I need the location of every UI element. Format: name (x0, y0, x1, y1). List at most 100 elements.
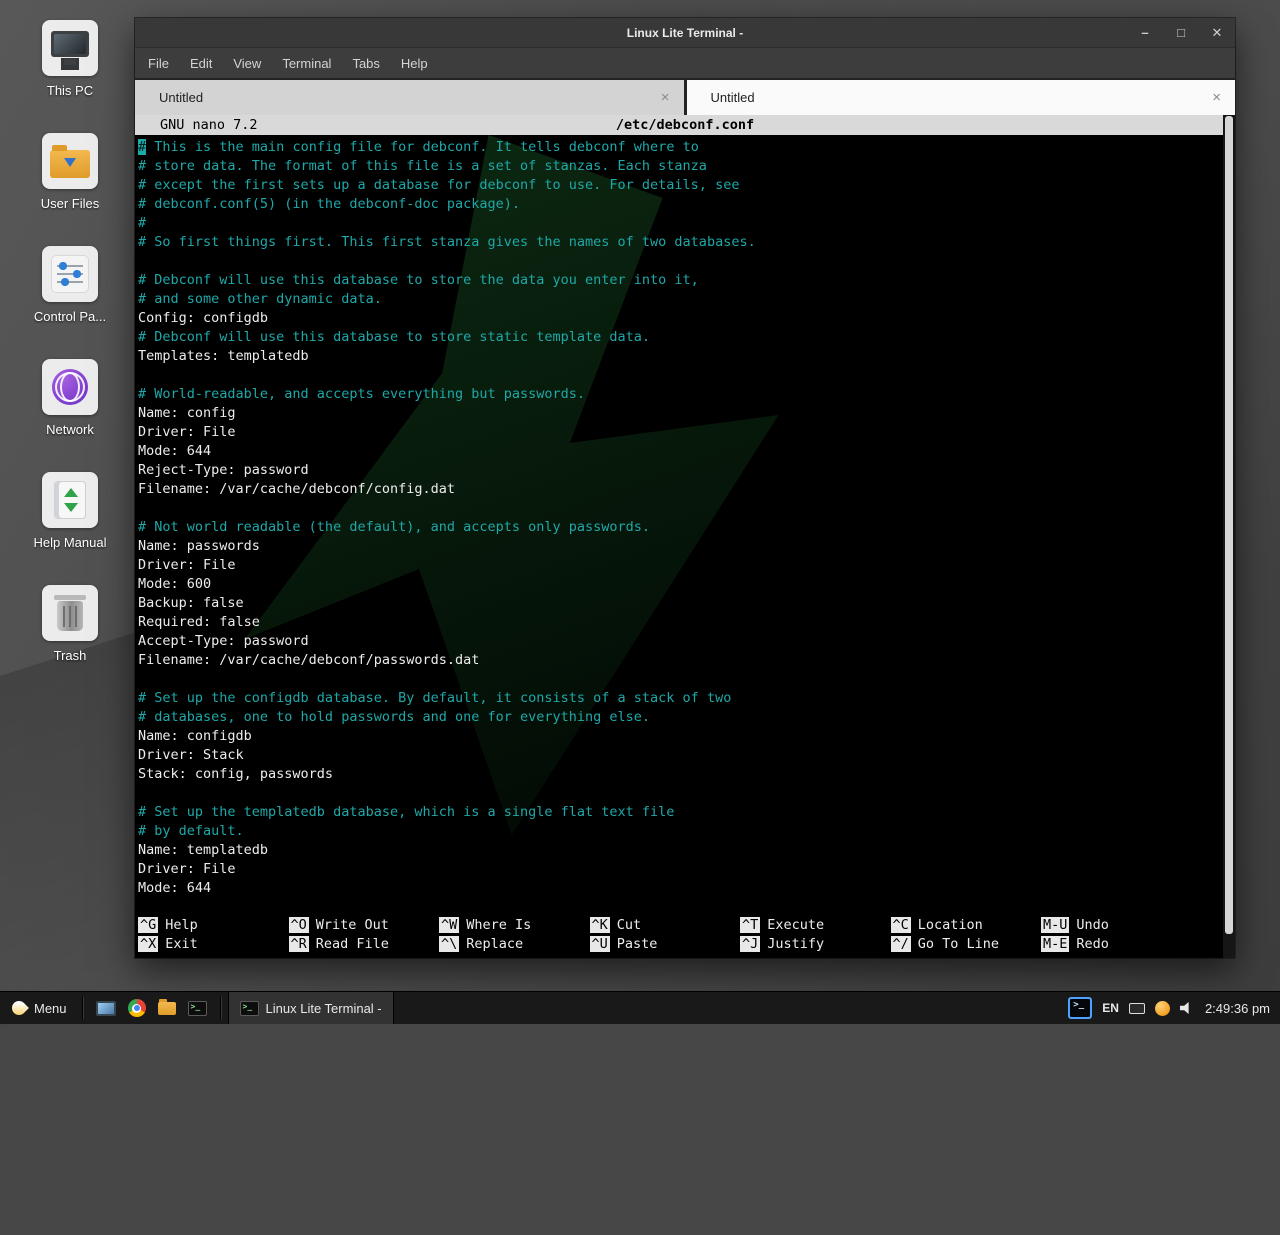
nano-shortcut-paste[interactable]: ^UPaste (590, 935, 741, 954)
editor-line: # store data. The format of this file is… (138, 157, 1235, 176)
shortcut-label: Execute (767, 917, 824, 933)
tab-close-icon[interactable]: × (661, 89, 670, 106)
desktop-icon-control-pa[interactable]: Control Pa... (12, 246, 128, 324)
scrollbar-thumb[interactable] (1225, 116, 1233, 934)
taskbar-window-button[interactable]: Linux Lite Terminal - (228, 992, 394, 1024)
nano-shortcut-replace[interactable]: ^\ Replace (439, 935, 590, 954)
shortcut-key: ^U (590, 936, 610, 952)
files-icon (158, 1002, 176, 1015)
launcher-files-icon[interactable] (158, 1002, 176, 1015)
editor-content[interactable]: # This is the main config file for debco… (135, 135, 1235, 898)
updates-tray-icon[interactable] (1155, 1001, 1170, 1016)
keyboard-icon[interactable] (1129, 1003, 1145, 1014)
desktop-icon-label: Control Pa... (34, 309, 106, 324)
shortcut-key: ^/ (891, 936, 911, 952)
nano-shortcut-where-is[interactable]: ^WWhere Is (439, 916, 590, 935)
nano-filename: /etc/debconf.conf (616, 117, 754, 133)
desktop-icon-label: Help Manual (34, 535, 107, 550)
editor-line: Config: configdb (138, 309, 1235, 328)
window-titlebar[interactable]: Linux Lite Terminal - – □ ✕ (135, 18, 1235, 48)
shortcut-label: Read File (316, 936, 389, 952)
tab-title: Untitled (159, 90, 203, 105)
close-icon[interactable]: ✕ (1209, 25, 1225, 41)
editor-line (138, 252, 1235, 271)
scrollbar[interactable] (1223, 115, 1235, 958)
menubar-item-view[interactable]: View (233, 56, 261, 71)
editor-line: Mode: 644 (138, 879, 1235, 898)
nano-shortcut-help[interactable]: ^GHelp (138, 916, 289, 935)
desktop-icon-user-files[interactable]: User Files (12, 133, 128, 211)
editor-line: # Not world readable (the default), and … (138, 518, 1235, 537)
nano-shortcut-read-file[interactable]: ^RRead File (289, 935, 440, 954)
desktop-icon-this-pc[interactable]: This PC (12, 20, 128, 98)
keyboard-layout-indicator[interactable]: EN (1102, 1001, 1119, 1015)
shortcut-row-2: ^XExit^RRead File^\ Replace ^UPaste^JJusti… (138, 935, 1219, 954)
shortcut-key: ^K (590, 917, 610, 933)
nano-titlebar: GNU nano 7.2 /etc/debconf.conf (135, 115, 1235, 135)
taskbar-separator (82, 997, 83, 1019)
menubar-item-help[interactable]: Help (401, 56, 428, 71)
minimize-icon[interactable]: – (1137, 25, 1153, 40)
shortcut-label: Replace (466, 936, 523, 952)
menu-button[interactable]: Menu (0, 992, 79, 1024)
editor-line: Driver: Stack (138, 746, 1235, 765)
shortcut-key: ^X (138, 936, 158, 952)
editor-line: # Set up the configdb database. By defau… (138, 689, 1235, 708)
nano-shortcut-location[interactable]: ^CLocation (891, 916, 1042, 935)
folder-icon (50, 150, 90, 178)
desktop-icon-trash[interactable]: Trash (12, 585, 128, 663)
nano-shortcut-exit[interactable]: ^XExit (138, 935, 289, 954)
launcher-chrome-icon[interactable] (128, 999, 146, 1017)
nano-shortcut-write-out[interactable]: ^O Write Out (289, 916, 440, 935)
tab-close-icon[interactable]: × (1212, 89, 1221, 106)
editor-line: Name: templatedb (138, 841, 1235, 860)
clock[interactable]: 2:49:36 pm (1205, 1001, 1270, 1016)
editor-line: # Set up the templatedb database, which … (138, 803, 1235, 822)
shortcut-key: ^\ (439, 936, 459, 952)
tray-terminal-icon[interactable] (1068, 997, 1092, 1019)
volume-icon[interactable] (1180, 1002, 1195, 1015)
icon-tile (42, 20, 98, 76)
maximize-icon[interactable]: □ (1173, 25, 1189, 40)
icon-tile (42, 246, 98, 302)
menubar-item-edit[interactable]: Edit (190, 56, 212, 71)
nano-shortcut-cut[interactable]: ^K Cut (590, 916, 741, 935)
text-cursor: # (138, 139, 146, 155)
desktop-icon-help-manual[interactable]: Help Manual (12, 472, 128, 550)
shortcut-label: Justify (767, 936, 824, 952)
editor-line (138, 784, 1235, 803)
menubar-item-tabs[interactable]: Tabs (352, 56, 379, 71)
nano-shortcut-go-to-line[interactable]: ^/Go To Line (891, 935, 1042, 954)
menubar-item-terminal[interactable]: Terminal (282, 56, 331, 71)
nano-shortcut-undo[interactable]: M-UUndo (1041, 916, 1192, 935)
shortcut-label: Help (165, 917, 198, 933)
linux-lite-logo-icon (9, 998, 29, 1018)
terminal-tab-1[interactable]: Untitled × (135, 80, 684, 115)
icon-tile (42, 472, 98, 528)
launcher-monitor-icon[interactable] (96, 1001, 116, 1016)
launcher-terminal-icon[interactable] (188, 1001, 207, 1016)
editor-line: # (138, 214, 1235, 233)
editor-line: Templates: templatedb (138, 347, 1235, 366)
shortcut-key: ^O (289, 917, 309, 933)
network-icon (52, 369, 88, 405)
menubar-item-file[interactable]: File (148, 56, 169, 71)
editor-line: Driver: File (138, 423, 1235, 442)
nano-shortcut-execute[interactable]: ^TExecute (740, 916, 891, 935)
shortcut-label: Cut (617, 917, 641, 933)
terminal-tab-2[interactable]: Untitled × (687, 80, 1236, 115)
nano-shortcut-redo[interactable]: M-ERedo (1041, 935, 1192, 954)
system-tray: EN 2:49:36 pm (1068, 992, 1280, 1024)
nano-shortcut-justify[interactable]: ^JJustify (740, 935, 891, 954)
editor-line: Filename: /var/cache/debconf/passwords.d… (138, 651, 1235, 670)
tab-title: Untitled (711, 90, 755, 105)
desktop-icon-network[interactable]: Network (12, 359, 128, 437)
icon-tile (42, 359, 98, 415)
shortcut-label: Write Out (316, 917, 389, 933)
editor-line: Mode: 600 (138, 575, 1235, 594)
nano-editor: GNU nano 7.2 /etc/debconf.conf # This is… (135, 115, 1235, 958)
shortcut-key: ^C (891, 917, 911, 933)
editor-line: # and some other dynamic data. (138, 290, 1235, 309)
shortcut-label: Undo (1076, 917, 1109, 933)
editor-line: # World-readable, and accepts everything… (138, 385, 1235, 404)
